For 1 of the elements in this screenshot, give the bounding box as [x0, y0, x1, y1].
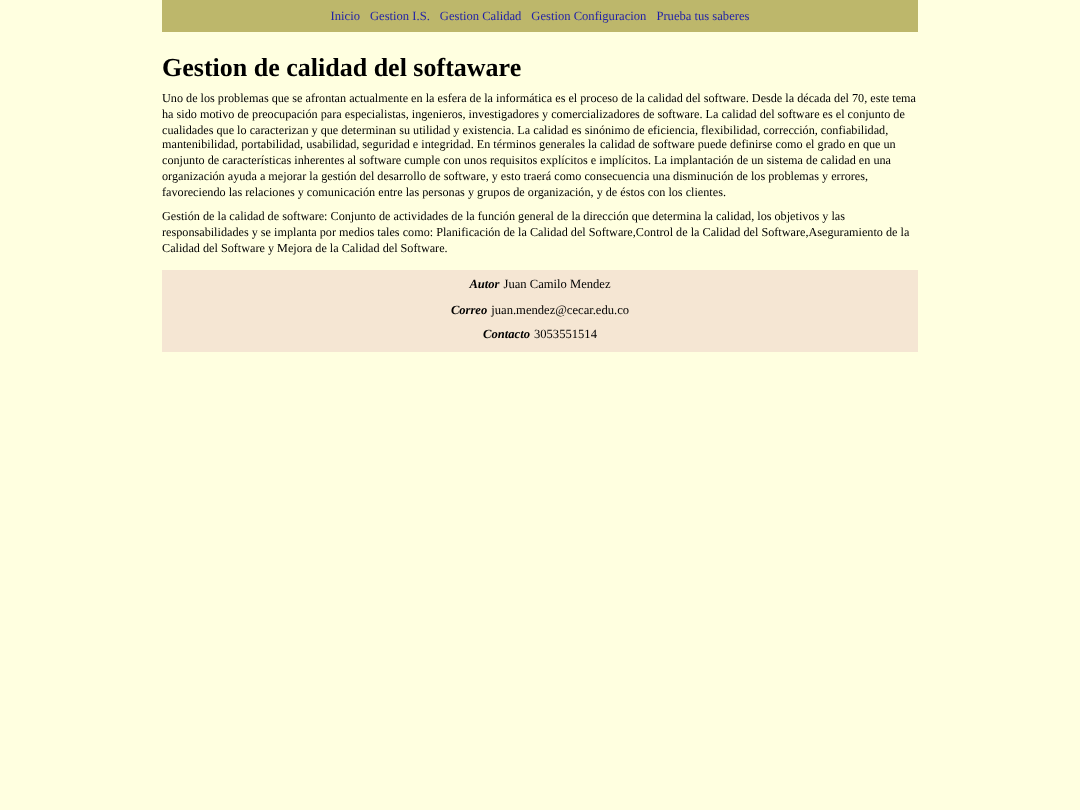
page-title: Gestion de calidad del softaware: [162, 52, 524, 82]
